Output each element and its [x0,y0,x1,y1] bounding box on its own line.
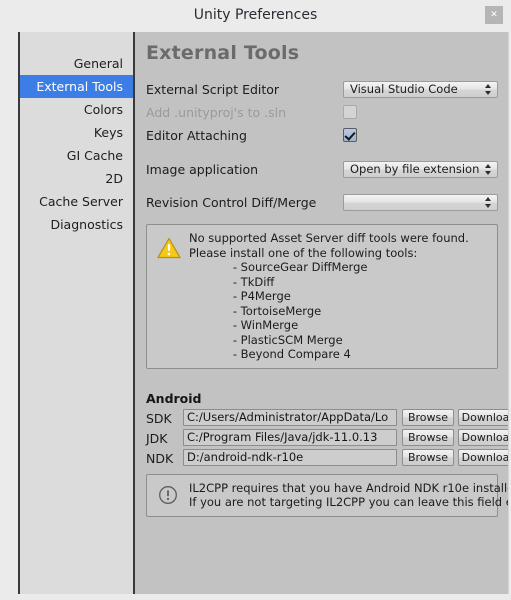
label-android-ndk: NDK [146,450,174,466]
sidebar-item-external-tools[interactable]: External Tools [20,75,133,98]
chevron-updown-icon [485,164,492,175]
label-android-jdk: JDK [146,430,168,446]
android-ndk-input[interactable]: D:/android-ndk-r10e [183,448,397,466]
row-external-script-editor: External Script Editor Visual Studio Cod… [135,80,508,101]
row-revision-control: Revision Control Diff/Merge [135,193,508,214]
revision-control-dropdown[interactable] [343,194,498,211]
sidebar-list: General External Tools Colors Keys GI Ca… [20,52,133,236]
row-editor-attaching: Editor Attaching [135,126,508,147]
android-sdk-row: SDK C:/Users/Administrator/AppData/Lo Br… [146,408,508,428]
unity-preferences-window: Unity Preferences ✕ General External Too… [0,0,511,600]
sidebar-item-2d[interactable]: 2D [20,167,133,190]
android-section-heading: Android [146,390,202,406]
diff-tools-warning-text: No supported Asset Server diff tools wer… [189,231,469,361]
sidebar-item-gi-cache[interactable]: GI Cache [20,144,133,167]
chevron-updown-icon [485,84,492,95]
label-editor-attaching: Editor Attaching [146,128,247,143]
android-sdk-input[interactable]: C:/Users/Administrator/AppData/Lo [183,408,397,426]
android-sdk-download-button[interactable]: Download [458,408,508,426]
sidebar-item-cache-server[interactable]: Cache Server [20,190,133,213]
image-application-dropdown[interactable]: Open by file extension [343,161,498,178]
close-icon[interactable]: ✕ [485,6,503,24]
add-unityproj-checkbox[interactable] [343,105,357,119]
window-title: Unity Preferences [193,7,318,23]
android-jdk-row: JDK C:/Program Files/Java/jdk-11.0.13 Br… [146,428,508,448]
row-add-unityproj: Add .unityproj's to .sln [135,103,508,124]
main-panel: External Tools External Script Editor Vi… [135,32,509,594]
row-image-application: Image application Open by file extension [135,160,508,181]
title-bar: Unity Preferences ✕ [0,0,511,30]
label-android-sdk: SDK [146,410,172,426]
sidebar-item-diagnostics[interactable]: Diagnostics [20,213,133,236]
label-revision-control: Revision Control Diff/Merge [146,195,317,210]
android-ndk-download-button[interactable]: Download [458,448,508,466]
label-image-application: Image application [146,162,259,177]
window-body: General External Tools Colors Keys GI Ca… [0,30,511,600]
android-ndk-row: NDK D:/android-ndk-r10e Browse Download [146,448,508,468]
form-area: External Script Editor Visual Studio Cod… [135,80,508,517]
android-jdk-input[interactable]: C:/Program Files/Java/jdk-11.0.13 [183,428,397,446]
il2cpp-info-box: IL2CPP requires that you have Android ND… [146,473,508,517]
external-script-editor-value: Visual Studio Code [350,82,458,96]
sidebar-item-general[interactable]: General [20,52,133,75]
image-application-value: Open by file extension [350,162,479,176]
info-circle-icon [159,486,177,504]
page-title: External Tools [146,42,300,64]
revision-control-value [350,195,479,210]
chevron-updown-icon [485,197,492,208]
label-add-unityproj: Add .unityproj's to .sln [146,105,287,120]
label-external-script-editor: External Script Editor [146,82,280,97]
il2cpp-info-text: IL2CPP requires that you have Android ND… [189,480,508,510]
android-ndk-browse-button[interactable]: Browse [402,448,454,466]
android-jdk-browse-button[interactable]: Browse [402,428,454,446]
external-script-editor-dropdown[interactable]: Visual Studio Code [343,81,498,98]
android-sdk-browse-button[interactable]: Browse [402,408,454,426]
diff-tools-warning-box: No supported Asset Server diff tools wer… [146,224,498,369]
sidebar: General External Tools Colors Keys GI Ca… [18,32,135,594]
sidebar-item-keys[interactable]: Keys [20,121,133,144]
sidebar-item-colors[interactable]: Colors [20,98,133,121]
android-jdk-download-button[interactable]: Download [458,428,508,446]
warning-triangle-icon [157,237,181,259]
editor-attaching-checkbox[interactable] [343,128,357,142]
